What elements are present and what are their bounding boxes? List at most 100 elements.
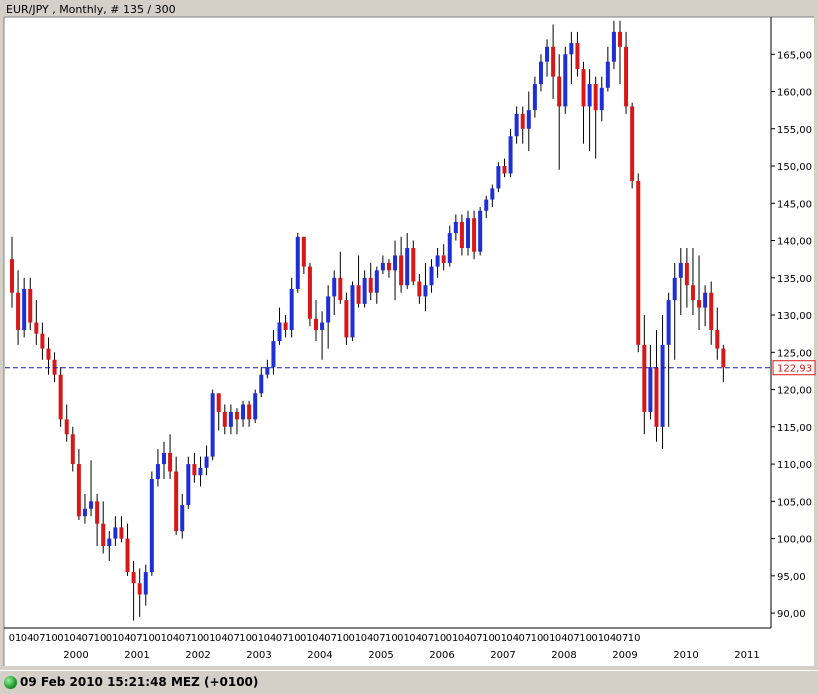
candle-body-down — [581, 69, 586, 107]
candle-body-up — [605, 61, 610, 88]
candle-body-down — [64, 419, 69, 435]
candle-body-down — [216, 393, 221, 412]
x-month-label: 07 — [616, 633, 629, 644]
x-month-label: 04 — [506, 633, 519, 644]
x-year-label: 2009 — [612, 650, 637, 661]
candle-body-up — [393, 255, 398, 271]
x-month-label: 10 — [45, 633, 58, 644]
x-month-label: 01 — [446, 633, 459, 644]
x-year-label: 2001 — [124, 650, 149, 661]
x-month-label: 07 — [324, 633, 337, 644]
candle-body-up — [204, 456, 209, 468]
candle-body-down — [314, 318, 318, 330]
candle-body-up — [113, 527, 118, 539]
x-year-label: 2011 — [734, 650, 759, 661]
x-year-label: 2000 — [63, 650, 88, 661]
candle-body-up — [538, 61, 543, 85]
y-tick-label: 95,00 — [777, 572, 806, 583]
x-month-label: 01 — [543, 633, 556, 644]
candle-body-up — [478, 210, 483, 252]
candle-body-up — [210, 393, 215, 457]
y-tick-label: 100,00 — [777, 535, 812, 546]
x-month-label: 04 — [69, 633, 82, 644]
candle-body-down — [551, 46, 556, 77]
candle-body-down — [101, 523, 106, 547]
candle-body-down — [34, 322, 39, 334]
y-tick-label: 105,00 — [777, 497, 812, 508]
candle-body-down — [642, 344, 647, 412]
candle-body-down — [222, 411, 227, 427]
x-year-label: 2010 — [673, 650, 698, 661]
candle-body-down — [344, 300, 349, 338]
candle-body-down — [690, 285, 695, 301]
candle-body-down — [70, 434, 75, 465]
candle-body-down — [137, 583, 142, 595]
x-year-label: 2008 — [551, 650, 576, 661]
candle-body-down — [16, 292, 21, 330]
candle-body-down — [368, 277, 373, 293]
candle-body-up — [429, 266, 434, 286]
connection-status-icon — [4, 676, 17, 689]
candle-body-up — [453, 221, 458, 234]
x-month-label: 04 — [21, 633, 34, 644]
x-month-label: 07 — [373, 633, 386, 644]
x-month-label: 01 — [154, 633, 167, 644]
chart-title: EUR/JPY , Monthly, # 135 / 300 — [6, 3, 176, 16]
x-month-label: 04 — [555, 633, 568, 644]
x-month-label: 04 — [215, 633, 228, 644]
x-month-label: 07 — [227, 633, 240, 644]
candle-body-up — [253, 393, 258, 420]
candle-body-up — [380, 262, 385, 271]
x-month-label: 07 — [81, 633, 94, 644]
x-month-label: 01 — [57, 633, 70, 644]
x-month-label: 10 — [531, 633, 544, 644]
y-tick-label: 145,00 — [777, 199, 812, 210]
candle-body-down — [399, 255, 404, 286]
x-month-label: 01 — [9, 633, 22, 644]
candle-body-up — [545, 46, 550, 62]
x-month-label: 01 — [203, 633, 216, 644]
candle-body-up — [289, 288, 294, 330]
candle-body-up — [569, 43, 574, 55]
candle-body-up — [155, 464, 160, 479]
x-month-label: 10 — [579, 633, 592, 644]
candle-body-up — [82, 508, 87, 517]
candle-body-up — [362, 277, 367, 304]
y-tick-label: 165,00 — [777, 50, 812, 61]
candle-body-up — [89, 501, 94, 509]
y-tick-label: 135,00 — [777, 274, 812, 285]
x-year-label: 2007 — [490, 650, 515, 661]
candle-body-up — [405, 247, 410, 286]
y-tick-label: 130,00 — [777, 311, 812, 322]
x-month-label: 10 — [239, 633, 252, 644]
x-month-label: 10 — [482, 633, 495, 644]
y-tick-label: 90,00 — [777, 609, 806, 620]
candle-body-down — [630, 106, 635, 181]
candle-body-up — [228, 411, 233, 427]
candle-body-down — [174, 471, 179, 532]
candle-body-up — [435, 255, 440, 267]
candle-body-up — [587, 84, 592, 107]
x-month-label: 04 — [312, 633, 325, 644]
x-month-label: 07 — [276, 633, 289, 644]
x-year-label: 2006 — [429, 650, 454, 661]
candle-body-up — [599, 87, 604, 111]
candle-body-down — [192, 464, 197, 476]
candle-body-down — [301, 236, 306, 267]
x-month-label: 10 — [142, 633, 155, 644]
current-price-label: 122,93 — [777, 364, 812, 375]
candle-body-down — [520, 113, 525, 129]
candle-body-up — [514, 113, 519, 137]
candle-body-up — [648, 367, 653, 412]
candle-body-up — [447, 233, 452, 263]
y-tick-label: 120,00 — [777, 386, 812, 397]
candle-body-down — [697, 300, 702, 308]
candle-body-up — [320, 322, 325, 330]
candle-body-down — [715, 329, 720, 349]
y-tick-label: 155,00 — [777, 125, 812, 136]
x-year-label: 2004 — [307, 650, 332, 661]
candle-body-up — [259, 374, 264, 394]
candle-body-down — [234, 411, 239, 420]
candle-body-down — [636, 180, 641, 345]
candle-body-down — [95, 501, 100, 524]
